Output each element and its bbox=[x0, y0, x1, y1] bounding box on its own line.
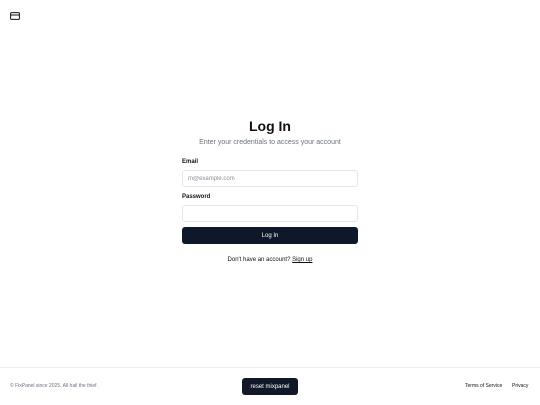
email-field[interactable] bbox=[182, 170, 358, 187]
login-form: Log In Enter your credentials to access … bbox=[182, 117, 358, 263]
signup-row: Don't have an account? Sign up bbox=[182, 257, 358, 263]
password-label: Password bbox=[182, 194, 211, 200]
privacy-link[interactable]: Privacy bbox=[512, 383, 528, 389]
signup-prompt: Don't have an account? bbox=[227, 257, 291, 263]
signup-link[interactable]: Sign up bbox=[292, 257, 312, 263]
card-icon[interactable] bbox=[10, 7, 20, 20]
footer: © FixPanel since 2025. All hail the thie… bbox=[0, 367, 540, 405]
terms-link[interactable]: Terms of Service bbox=[465, 383, 502, 389]
login-button[interactable]: Log In bbox=[182, 227, 358, 244]
password-field[interactable] bbox=[182, 205, 358, 222]
card-icon-graphic bbox=[10, 12, 20, 20]
page-subtitle: Enter your credentials to access your ac… bbox=[199, 139, 341, 146]
reset-mixpanel-button[interactable]: reset mixpanel bbox=[242, 378, 298, 395]
email-label: Email bbox=[182, 159, 199, 165]
copyright-text: © FixPanel since 2025. All hail the thie… bbox=[10, 383, 98, 389]
page-title: Log In bbox=[249, 118, 291, 134]
